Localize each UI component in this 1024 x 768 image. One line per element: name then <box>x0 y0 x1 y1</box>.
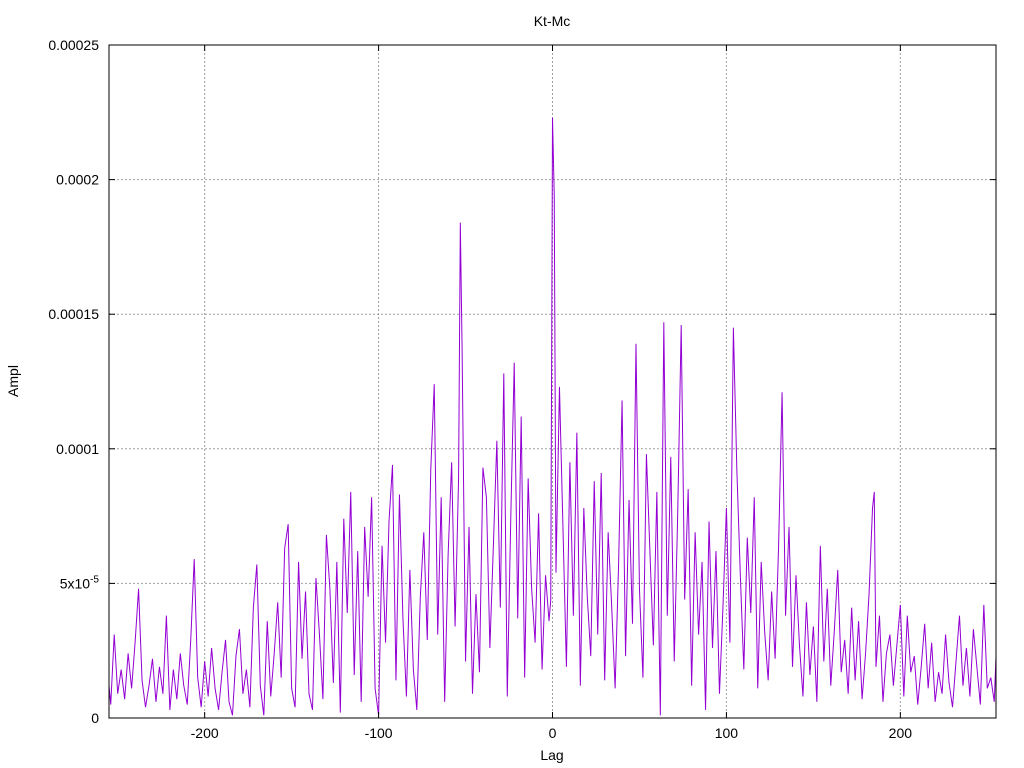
y-tick-label-text: 5x10 <box>60 575 91 591</box>
x-tick-label: 200 <box>889 725 913 741</box>
y-tick-label-text: 0.00015 <box>48 306 99 322</box>
x-tick-label: 0 <box>549 725 557 741</box>
y-tick-label-exponent: -5 <box>90 574 99 585</box>
x-tick-label: -200 <box>191 725 219 741</box>
y-tick-label-text: 0.00025 <box>48 37 99 53</box>
y-tick-label-text: 0.0002 <box>56 172 99 188</box>
chart-background <box>0 0 1024 768</box>
y-tick-label: 0 <box>91 710 99 726</box>
x-tick-label: -100 <box>365 725 393 741</box>
x-tick-label: 100 <box>715 725 739 741</box>
x-axis-label: Lag <box>540 747 563 763</box>
y-tick-label-text: 0 <box>91 710 99 726</box>
y-tick-label: 0.00015 <box>48 306 99 322</box>
chart-title: Kt-Mc <box>534 13 571 29</box>
y-tick-label-text: 0.0001 <box>56 441 99 457</box>
y-tick-label: 0.00025 <box>48 37 99 53</box>
y-axis-label: Ampl <box>5 365 21 397</box>
y-tick-label: 0.0001 <box>56 441 99 457</box>
chart: -200 -100 0 100 200 0 5x10-5 0.0001 0.00015 0.000… <box>0 0 1024 768</box>
y-tick-label: 0.0002 <box>56 172 99 188</box>
